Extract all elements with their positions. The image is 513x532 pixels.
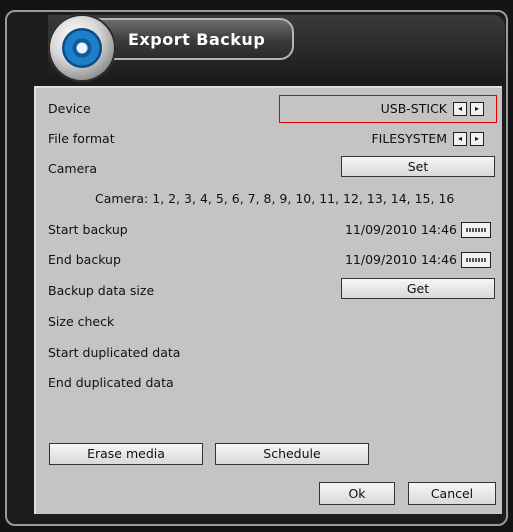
device-label: Device <box>48 101 91 116</box>
size-check-label: Size check <box>48 314 115 329</box>
end-backup-keyboard-icon[interactable] <box>461 252 491 268</box>
camera-set-button[interactable]: Set <box>341 156 495 177</box>
backup-data-size-get-button[interactable]: Get <box>341 278 495 299</box>
camera-label: Camera <box>48 161 98 176</box>
file-format-next-button[interactable]: ▸ <box>470 132 484 146</box>
camera-list: Camera: 1, 2, 3, 4, 5, 6, 7, 8, 9, 10, 1… <box>95 191 455 206</box>
end-backup-value[interactable]: 11/09/2010 14:46 <box>345 252 457 267</box>
cancel-button[interactable]: Cancel <box>408 482 496 505</box>
start-backup-label: Start backup <box>48 222 128 237</box>
file-format-label: File format <box>48 131 115 146</box>
end-backup-label: End backup <box>48 252 121 267</box>
erase-media-button[interactable]: Erase media <box>49 443 203 465</box>
backup-data-size-label: Backup data size <box>48 283 155 298</box>
file-format-value[interactable]: FILESYSTEM <box>371 131 447 146</box>
disc-icon <box>62 28 102 68</box>
end-duplicated-data-label: End duplicated data <box>48 375 174 390</box>
ok-button[interactable]: Ok <box>319 482 395 505</box>
device-prev-button[interactable]: ◂ <box>453 102 467 116</box>
device-value[interactable]: USB-STICK <box>381 101 447 116</box>
export-backup-window: Export Backup Device USB-STICK ◂ ▸ File … <box>0 0 513 532</box>
backup-disc-icon <box>48 14 116 82</box>
start-backup-keyboard-icon[interactable] <box>461 222 491 238</box>
window-title: Export Backup <box>128 30 266 49</box>
file-format-prev-button[interactable]: ◂ <box>453 132 467 146</box>
schedule-button[interactable]: Schedule <box>215 443 369 465</box>
start-backup-value[interactable]: 11/09/2010 14:46 <box>345 222 457 237</box>
start-duplicated-data-label: Start duplicated data <box>48 345 181 360</box>
device-next-button[interactable]: ▸ <box>470 102 484 116</box>
